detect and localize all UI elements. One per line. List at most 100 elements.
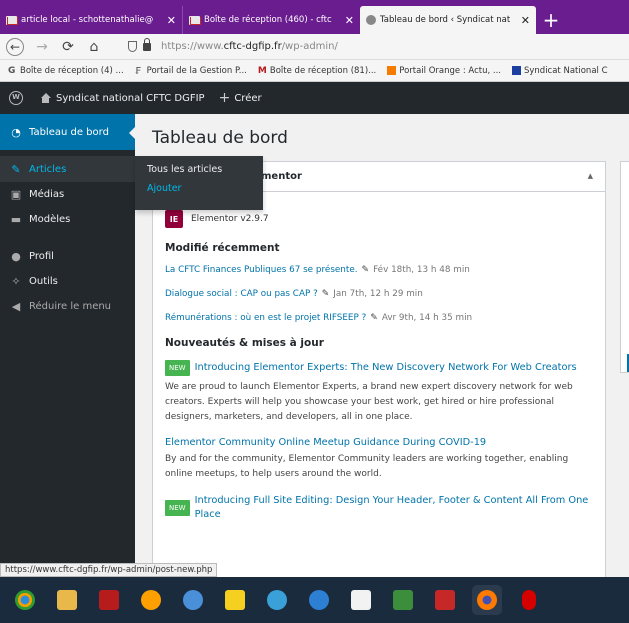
browser-tab[interactable]: Boîte de réception (460) - cftc ✕ <box>182 6 360 34</box>
new-badge: NEW <box>165 500 190 516</box>
sidebar-item-label: Médias <box>29 189 65 200</box>
bookmarks-bar: G Boîte de réception (4) ... ₣ Portail d… <box>0 60 629 82</box>
sidebar-item-label: Articles <box>29 163 67 175</box>
bookmark-item[interactable]: Portail Orange : Actu, ... <box>387 66 501 76</box>
document-icon <box>351 590 371 610</box>
plus-icon: + <box>218 90 231 106</box>
browser-tab-active[interactable]: Tableau de bord ‹ Syndicat nat ✕ <box>360 6 536 34</box>
news-item: NEW Introducing Full Site Editing: Desig… <box>165 494 593 522</box>
media-player-icon <box>141 590 161 610</box>
pdf-icon <box>99 590 119 610</box>
admin-sidebar: ◔ Tableau de bord ✎ Articles ▣ Médias ▬ … <box>0 114 136 577</box>
windows-taskbar <box>0 577 629 623</box>
taskbar-acrobat[interactable] <box>94 585 124 615</box>
taskbar-chart[interactable] <box>388 585 418 615</box>
sidebar-item-collapse[interactable]: ◀ Réduire le menu <box>0 294 135 319</box>
close-icon[interactable]: ✕ <box>515 14 530 27</box>
url-path: /wp-admin/ <box>281 41 338 52</box>
taskbar-apps-grid[interactable] <box>220 585 250 615</box>
tab-title: Tableau de bord ‹ Syndicat nat <box>380 15 511 25</box>
close-icon[interactable]: ✕ <box>339 14 354 27</box>
bookmark-label: Boîte de réception (4) ... <box>20 65 124 76</box>
taskbar-firefox[interactable] <box>472 585 502 615</box>
app-icon <box>183 590 203 610</box>
shield-icon <box>128 41 137 52</box>
news-link[interactable]: Introducing Elementor Experts: The New D… <box>195 361 577 375</box>
wp-logo-button[interactable]: W <box>0 91 32 105</box>
firefox-icon <box>477 590 497 610</box>
sidebar-item-label: Modèles <box>29 214 71 225</box>
url-bar[interactable]: https://www.cftc-dgfip.fr/wp-admin/ <box>112 37 623 57</box>
bookmark-label: Portail Orange : Actu, ... <box>399 65 501 76</box>
reload-icon[interactable]: ⟳ <box>60 39 76 55</box>
bookmark-item[interactable]: G Boîte de réception (4) ... <box>8 65 124 77</box>
opera-icon <box>522 590 536 610</box>
submenu-item-all-articles[interactable]: Tous les articles <box>147 164 263 183</box>
taskbar-explorer[interactable] <box>52 585 82 615</box>
sidebar-item-label: Tableau de bord <box>29 126 109 138</box>
bookmark-item[interactable]: Syndicat National C <box>511 66 608 76</box>
create-new-button[interactable]: + Créer <box>213 91 268 105</box>
taskbar-app[interactable] <box>178 585 208 615</box>
recent-link[interactable]: Dialogue social : CAP ou pas CAP ? <box>165 289 318 299</box>
bookmark-item[interactable]: ₣ Portail de la Gestion P... <box>134 66 247 78</box>
bookmark-item[interactable]: M Boîte de réception (81)... <box>258 66 376 77</box>
collapse-icon: ◀ <box>11 300 21 313</box>
sync-icon <box>309 590 329 610</box>
sidebar-item-label: Outils <box>29 276 58 287</box>
news-item: Elementor Community Online Meetup Guidan… <box>165 437 593 482</box>
news-excerpt: By and for the community, Elementor Comm… <box>165 454 569 479</box>
recent-link[interactable]: La CFTC Finances Publiques 67 se présent… <box>165 265 358 275</box>
sidebar-item-modeles[interactable]: ▬ Modèles <box>0 207 135 232</box>
start-button[interactable] <box>10 585 40 615</box>
f-icon: ₣ <box>134 66 142 77</box>
home-icon[interactable]: ⌂ <box>86 39 102 55</box>
tab-title: Boîte de réception (460) - cftc <box>204 15 332 25</box>
sidebar-item-label: Profil <box>29 251 54 262</box>
sidebar-item-articles[interactable]: ✎ Articles <box>0 156 135 182</box>
taskbar-filezilla[interactable] <box>430 585 460 615</box>
sidebar-item-label: Réduire le menu <box>29 301 112 312</box>
news-link[interactable]: Elementor Community Online Meetup Guidan… <box>165 437 593 448</box>
sidebar-item-dashboard[interactable]: ◔ Tableau de bord <box>0 114 136 150</box>
dashboard-icon: ◔ <box>11 125 21 139</box>
sidebar-item-profil[interactable]: ● Profil <box>0 244 135 269</box>
browser-nav-bar: ← → ⟳ ⌂ https://www.cftc-dgfip.fr/wp-adm… <box>0 34 629 60</box>
close-icon[interactable]: ✕ <box>161 14 176 27</box>
news-link[interactable]: Introducing Full Site Editing: Design Yo… <box>195 494 593 522</box>
taskbar-network[interactable] <box>262 585 292 615</box>
secondary-widget <box>620 161 629 373</box>
taskbar-notepad[interactable] <box>346 585 376 615</box>
pencil-icon[interactable]: ✎ <box>370 313 378 323</box>
new-tab-button[interactable]: + <box>536 6 566 34</box>
collapse-arrow-icon[interactable]: ▲ <box>588 172 593 180</box>
filezilla-icon <box>435 590 455 610</box>
home-icon <box>40 93 51 103</box>
new-badge: NEW <box>165 360 190 376</box>
taskbar-media[interactable] <box>136 585 166 615</box>
sidebar-item-medias[interactable]: ▣ Médias <box>0 182 135 207</box>
browser-tab-bar: article local - schottenathalie@ ✕ Boîte… <box>0 0 629 34</box>
back-arrow-icon[interactable]: ← <box>6 37 24 56</box>
elementor-logo-icon: IE <box>165 210 183 228</box>
pencil-icon[interactable]: ✎ <box>362 265 370 275</box>
sidebar-item-outils[interactable]: ✧ Outils <box>0 269 135 294</box>
url-prefix: https://www. <box>161 41 224 52</box>
news-section-title: Nouveautés & mises à jour <box>165 337 324 349</box>
recent-link[interactable]: Rémunérations : où en est le projet RIFS… <box>165 313 366 323</box>
submenu-item-add[interactable]: Ajouter <box>147 183 263 202</box>
folder-icon: ▬ <box>10 213 22 226</box>
taskbar-sync[interactable] <box>304 585 334 615</box>
browser-tab[interactable]: article local - schottenathalie@ ✕ <box>0 6 182 34</box>
taskbar-opera[interactable] <box>514 585 544 615</box>
chart-icon <box>393 590 413 610</box>
wp-admin-bar: W Syndicat national CFTC DGFIP + Créer <box>0 82 629 114</box>
media-icon: ▣ <box>10 188 22 201</box>
site-name-link[interactable]: Syndicat national CFTC DGFIP <box>32 93 213 104</box>
forward-arrow-icon[interactable]: → <box>34 39 50 55</box>
recent-date: Jan 7th, 12 h 29 min <box>333 289 423 299</box>
wordpress-icon: W <box>9 91 23 105</box>
pencil-icon[interactable]: ✎ <box>322 289 330 299</box>
mail-icon <box>189 15 201 25</box>
widget-title: mentor <box>261 171 302 182</box>
